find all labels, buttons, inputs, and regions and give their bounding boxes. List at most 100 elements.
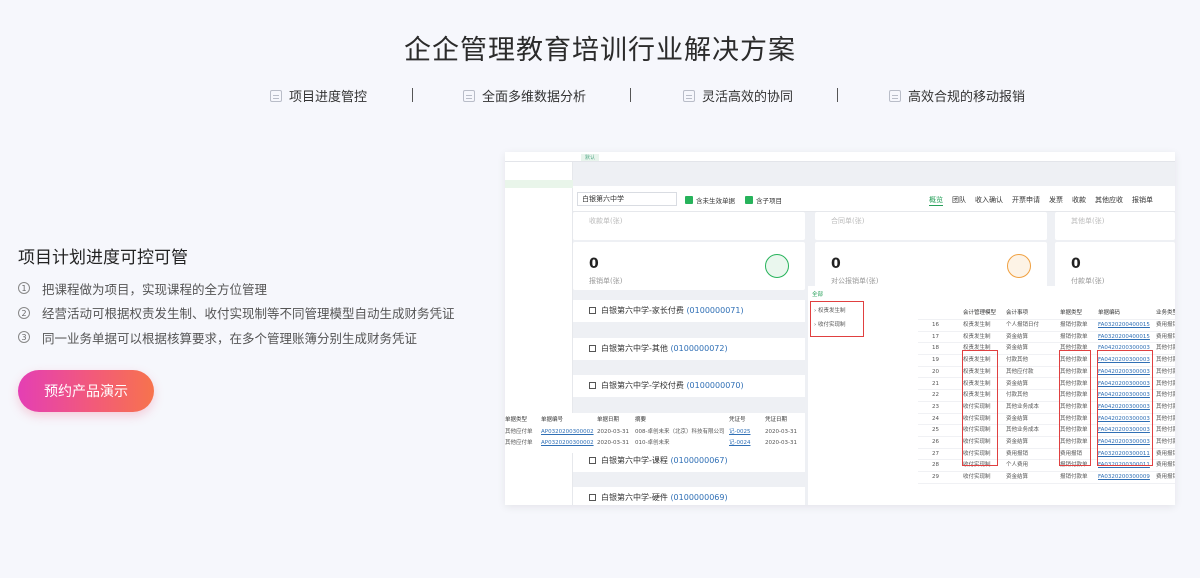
number-badge: 3 (18, 331, 30, 344)
point-text: 同一业务单据可以根据核算要求，在多个管理账簿分别生成财务凭证 (42, 330, 418, 346)
card-label: 其他单(张) (1071, 217, 1105, 225)
column-header: 单据编号 (541, 417, 564, 423)
cell: 其他付款 (1156, 392, 1175, 399)
table-row[interactable]: 29 收付实现制 资金结算 报销付款单 FA0320200300009 费用报销 (918, 472, 1175, 484)
cell: 付款其他 (1006, 392, 1029, 399)
feature-item-reimbursement[interactable]: 高效合规的移动报销 (889, 86, 1025, 105)
project-icon (589, 307, 596, 314)
stat-card-payment[interactable]: 0 付款单(张) (1055, 242, 1175, 290)
sidebar-highlight (505, 180, 573, 188)
tree-item-label: 权责发生制 (817, 308, 846, 314)
project-name: 白银第六中学-硬件 (601, 493, 668, 502)
cell: 23 (932, 403, 939, 410)
cell: 资金结算 (1006, 439, 1029, 445)
tree-root[interactable]: 全部 (812, 290, 823, 298)
voucher-link[interactable]: 记-0025 (729, 427, 750, 438)
stat-card-corporate-expense[interactable]: 0 对公报销单(张) (815, 242, 1047, 290)
cell: 权责发生制 (963, 322, 991, 328)
point-text: 把课程做为项目，实现课程的全方位管理 (42, 281, 268, 297)
column-header: 会计管理模型 (963, 310, 997, 316)
book-demo-button[interactable]: 预约产品演示 (18, 370, 154, 412)
popup-header: 单据类型 单据编号 单据日期 摘要 凭证号 凭证日期 (505, 415, 805, 426)
divider (630, 88, 631, 102)
checkbox-unposted[interactable]: 含未生效单据 (685, 195, 735, 205)
receipt-icon (765, 254, 789, 278)
feature-label: 灵活高效的协同 (702, 90, 794, 105)
feature-label: 项目进度管控 (289, 90, 368, 105)
voucher-popup: 单据类型 单据编号 单据日期 摘要 凭证号 凭证日期 其他应付单 AP03202… (505, 413, 805, 453)
cell: 24 (932, 415, 939, 422)
cell: 资金结算 (1006, 345, 1029, 352)
cell: 费用报销 (1156, 333, 1175, 340)
tree-item[interactable]: › 权责发生制 (814, 306, 845, 314)
number-badge: 2 (18, 306, 30, 319)
cell: 资金结算 (1006, 415, 1029, 422)
project-code: (0100000069) (670, 493, 728, 502)
number-badge: 1 (18, 282, 30, 295)
cell: 报销付款单 (1060, 333, 1088, 340)
voucher-table: 会计管理模型 会计事项 单据类型 单据编码 业务类型 16 权责发生制 个人报销日付… (918, 286, 1175, 505)
feature-points: 1 把课程做为项目，实现课程的全方位管理 2 经营活动可根据权责发生制、收付实现制等… (18, 276, 455, 350)
tab-team[interactable]: 团队 (952, 195, 966, 206)
product-screenshot: 默认 白银第六中学 含未生效单据 含子项目 概览 团队 收入确认 开票申请 发票… (505, 152, 1175, 505)
column-header: 业务类型 (1156, 310, 1175, 316)
cell: 收付实现制 (963, 474, 991, 481)
card-label: 付款单(张) (1071, 277, 1105, 285)
project-icon (589, 382, 596, 389)
project-item[interactable]: 白银第六中学-硬件 (0100000069) (573, 487, 805, 505)
filter-bar: 白银第六中学 含未生效单据 含子项目 概览 团队 收入确认 开票申请 发票 收款… (573, 186, 1175, 212)
project-name: 白银第六中学-课程 (601, 456, 668, 465)
column-header: 单据编码 (1098, 310, 1121, 316)
tab-other-receivable[interactable]: 其他应收 (1095, 195, 1123, 206)
cell: 权责发生制 (963, 333, 991, 340)
project-item[interactable]: 白银第六中学-其他 (0100000072) (573, 338, 805, 360)
doc-link[interactable]: FA0320200300009 (1098, 472, 1150, 484)
cell: 19 (932, 357, 939, 364)
screenshot-toolbar: 默认 (505, 152, 1175, 162)
org-select[interactable]: 白银第六中学 (577, 192, 677, 206)
stat-card-top: 其他单(张) (1055, 212, 1175, 240)
doc-link[interactable]: AP0320200300002 (541, 427, 594, 438)
cell: 26 (932, 439, 939, 445)
doc-link[interactable]: AP0320200300002 (541, 438, 594, 449)
cell: 费用报销 (1156, 322, 1175, 328)
feature-item-progress[interactable]: 项目进度管控 (270, 86, 367, 105)
voucher-link[interactable]: 记-0024 (729, 438, 750, 449)
project-item[interactable]: 白银第六中学-课程 (0100000067) (573, 450, 805, 472)
tree-item-label: 收付实现制 (817, 322, 846, 328)
cell: 29 (932, 474, 939, 481)
project-item[interactable]: 白银第六中学-家长付费 (0100000071) (573, 300, 805, 322)
table-row[interactable]: 17 权责发生制 资金结算 报销付款单 FA0320200400015 费用报销 (918, 332, 1175, 344)
feature-bar: 项目进度管控 全面多维数据分析 灵活高效的协同 高效合规的移动报销 (0, 86, 1200, 106)
checkbox-subprojects[interactable]: 含子项目 (745, 195, 782, 205)
feature-item-collaboration[interactable]: 灵活高效的协同 (683, 86, 793, 105)
cell: 其他应付单 (505, 429, 533, 435)
cell: 2020-03-31 (597, 429, 629, 435)
card-value: 0 (831, 256, 841, 272)
tab-invoice-request[interactable]: 开票申请 (1012, 195, 1040, 206)
cell: 008-卓创未来（北京）科技有限公司 (635, 429, 725, 435)
cell: 其他业务成本 (1006, 427, 1040, 434)
chart-icon (463, 89, 475, 102)
cell: 其他付款 (1156, 427, 1175, 434)
point-item: 3 同一业务单据可以根据核算要求，在多个管理账簿分别生成财务凭证 (18, 325, 455, 350)
table-row[interactable]: 其他应付单 AP0320200300002 2020-03-31 010-卓创未… (505, 438, 805, 449)
tab-expense[interactable]: 报销单 (1132, 195, 1153, 206)
tab-revenue[interactable]: 收入确认 (975, 195, 1003, 206)
table-row[interactable]: 16 权责发生制 个人报销日付 报销付款单 FA0320200400015 费用报销 (918, 320, 1175, 332)
tab-overview[interactable]: 概览 (929, 195, 943, 206)
project-item[interactable]: 白银第六中学-学校付费 (0100000070) (573, 375, 805, 397)
doc-link[interactable]: FA0320200400015 (1098, 332, 1150, 344)
tree-item[interactable]: › 收付实现制 (814, 320, 845, 328)
column-header: 单据日期 (597, 417, 620, 423)
tab-invoice[interactable]: 发票 (1049, 195, 1063, 206)
project-icon (589, 494, 596, 501)
doc-link[interactable]: FA0320200400015 (1098, 320, 1150, 332)
tab-receipts[interactable]: 收款 (1072, 195, 1086, 206)
cell: 16 (932, 322, 939, 328)
feature-item-analysis[interactable]: 全面多维数据分析 (463, 86, 586, 105)
stat-card-expense[interactable]: 0 报销单(张) (573, 242, 805, 290)
cell: 010-卓创未来 (635, 440, 670, 446)
cell: 其他付款 (1156, 403, 1175, 410)
table-row[interactable]: 其他应付单 AP0320200300002 2020-03-31 008-卓创未… (505, 427, 805, 438)
